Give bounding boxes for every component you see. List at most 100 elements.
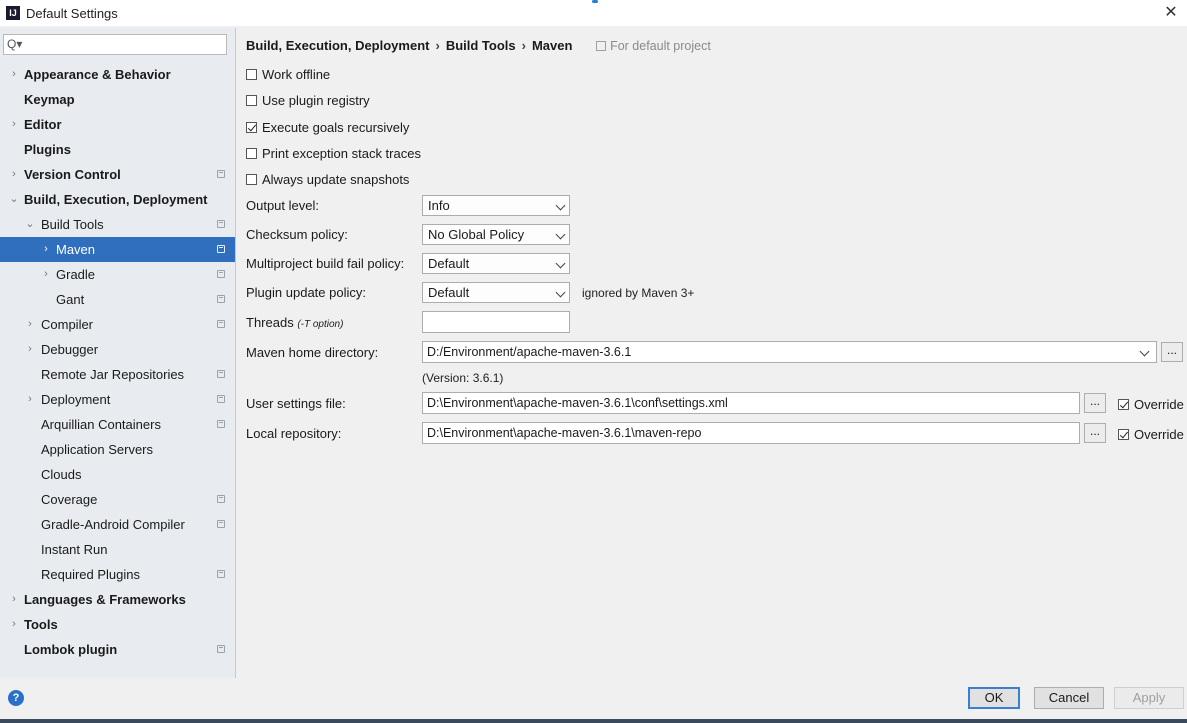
sidebar-item-gradle[interactable]: › Gradle [0, 262, 235, 287]
override-user-settings-checkbox[interactable]: Override [1118, 395, 1184, 413]
sidebar-item-coverage[interactable]: Coverage [0, 487, 235, 512]
sidebar-item-label: Build Tools [41, 217, 104, 232]
chevron-right-icon[interactable]: › [8, 62, 20, 87]
help-icon[interactable]: ? [8, 690, 24, 706]
chevron-right-icon[interactable]: › [24, 337, 36, 362]
sidebar-item-application-servers[interactable]: Application Servers [0, 437, 235, 462]
sidebar-item-label: Editor [24, 117, 62, 132]
chevron-right-icon[interactable]: › [8, 112, 20, 137]
threads-label: Threads (-T option) [246, 315, 343, 330]
maven-home-label: Maven home directory: [246, 345, 379, 360]
sidebar-item-instant-run[interactable]: Instant Run [0, 537, 235, 562]
project-icon [217, 420, 225, 428]
chevron-down-icon[interactable]: ⌄ [8, 187, 20, 212]
intellij-logo-icon: IJ [6, 6, 20, 20]
sidebar-item-appearance-behavior[interactable]: › Appearance & Behavior [0, 62, 235, 87]
checkbox-box[interactable] [246, 68, 257, 80]
threads-hint: (-T option) [297, 319, 344, 330]
sidebar-item-remote-jar-repositories[interactable]: Remote Jar Repositories [0, 362, 235, 387]
sidebar-item-label: Build, Execution, Deployment [24, 192, 208, 207]
checkbox-box[interactable] [1118, 428, 1129, 440]
sidebar-item-lombok-plugin[interactable]: Lombok plugin [0, 637, 235, 662]
browse-local-repository-button[interactable]: ... [1084, 423, 1106, 443]
maven-home-value: D:/Environment/apache-maven-3.6.1 [427, 345, 632, 359]
close-icon[interactable]: ✕ [1161, 3, 1181, 23]
threads-label-text: Threads [246, 315, 294, 330]
dialog-footer: ? OK Cancel Apply [0, 678, 1187, 723]
sidebar-item-build-execution-deployment[interactable]: ⌄ Build, Execution, Deployment [0, 187, 235, 212]
apply-button[interactable]: Apply [1114, 687, 1184, 709]
chevron-right-icon[interactable]: › [24, 312, 36, 337]
chevron-right-icon[interactable]: › [8, 587, 20, 612]
work-offline-checkbox[interactable]: Work offline [246, 65, 330, 83]
chevron-right-icon[interactable]: › [40, 237, 52, 262]
select-value: Default [428, 285, 470, 300]
project-icon [217, 570, 225, 578]
plugin-update-policy-select[interactable]: Default [422, 282, 570, 303]
chevron-right-icon[interactable]: › [8, 612, 20, 637]
sidebar-item-label: Coverage [41, 492, 98, 507]
override-local-repository-checkbox[interactable]: Override [1118, 425, 1184, 443]
sidebar-item-deployment[interactable]: › Deployment [0, 387, 235, 412]
print-exception-checkbox[interactable]: Print exception stack traces [246, 144, 421, 162]
output-level-select[interactable]: Info [422, 195, 570, 216]
chevron-down-icon[interactable]: ⌄ [24, 212, 36, 237]
threads-input[interactable] [422, 311, 570, 333]
search-input[interactable] [24, 36, 226, 54]
select-value: No Global Policy [428, 227, 525, 242]
title-accent [592, 0, 598, 3]
sidebar-item-version-control[interactable]: › Version Control [0, 162, 235, 187]
sidebar-item-editor[interactable]: › Editor [0, 112, 235, 137]
override-label: Override [1134, 426, 1184, 442]
chevron-right-icon[interactable]: › [8, 162, 20, 187]
search-icon[interactable]: Q▾ [7, 37, 22, 51]
cancel-button[interactable]: Cancel [1034, 687, 1104, 709]
checkbox-box[interactable] [246, 121, 257, 133]
sidebar-item-required-plugins[interactable]: Required Plugins [0, 562, 235, 587]
execute-goals-recursively-checkbox[interactable]: Execute goals recursively [246, 118, 409, 136]
always-update-snapshots-checkbox[interactable]: Always update snapshots [246, 170, 409, 188]
user-settings-input[interactable]: D:\Environment\apache-maven-3.6.1\conf\s… [422, 392, 1080, 414]
search-box[interactable]: Q▾ [3, 34, 227, 55]
scope-text: For default project [610, 39, 711, 53]
sidebar-item-maven[interactable]: › Maven [0, 237, 235, 262]
sidebar-item-tools[interactable]: › Tools [0, 612, 235, 637]
project-icon [217, 295, 225, 303]
checksum-policy-select[interactable]: No Global Policy [422, 224, 570, 245]
fail-policy-select[interactable]: Default [422, 253, 570, 274]
checkbox-box[interactable] [1118, 398, 1129, 410]
taskbar-strip [0, 719, 1187, 723]
browse-user-settings-button[interactable]: ... [1084, 393, 1106, 413]
sidebar-item-debugger[interactable]: › Debugger [0, 337, 235, 362]
sidebar-item-clouds[interactable]: Clouds [0, 462, 235, 487]
checkbox-box[interactable] [246, 94, 257, 106]
local-repository-label: Local repository: [246, 426, 342, 441]
checkbox-label: Use plugin registry [262, 92, 370, 108]
sidebar-item-build-tools[interactable]: ⌄ Build Tools [0, 212, 235, 237]
sidebar-item-compiler[interactable]: › Compiler [0, 312, 235, 337]
sidebar-item-label: Compiler [41, 317, 94, 332]
chevron-down-icon [555, 200, 566, 211]
local-repository-input[interactable]: D:\Environment\apache-maven-3.6.1\maven-… [422, 422, 1080, 444]
sidebar-item-gant[interactable]: Gant [0, 287, 235, 312]
sidebar-item-keymap[interactable]: Keymap [0, 87, 235, 112]
sidebar-item-plugins[interactable]: Plugins [0, 137, 235, 162]
chevron-right-icon[interactable]: › [24, 387, 36, 412]
chevron-right-icon[interactable]: › [40, 262, 52, 287]
sidebar-item-label: Debugger [41, 342, 99, 357]
use-plugin-registry-checkbox[interactable]: Use plugin registry [246, 91, 370, 109]
sidebar-item-arquillian-containers[interactable]: Arquillian Containers [0, 412, 235, 437]
sidebar-item-label: Plugins [24, 142, 71, 157]
maven-home-combobox[interactable]: D:/Environment/apache-maven-3.6.1 [422, 341, 1157, 363]
checkbox-box[interactable] [246, 173, 257, 185]
project-icon [217, 395, 225, 403]
sidebar-item-label: Instant Run [41, 542, 108, 557]
ok-button[interactable]: OK [968, 687, 1020, 709]
project-icon [217, 270, 225, 278]
browse-maven-home-button[interactable]: ... [1161, 342, 1183, 362]
checksum-policy-label: Checksum policy: [246, 227, 348, 242]
checkbox-box[interactable] [246, 147, 257, 159]
sidebar-item-languages-frameworks[interactable]: › Languages & Frameworks [0, 587, 235, 612]
sidebar-item-gradle-android-compiler[interactable]: Gradle-Android Compiler [0, 512, 235, 537]
title-bar: IJ Default Settings ✕ [0, 0, 1187, 26]
